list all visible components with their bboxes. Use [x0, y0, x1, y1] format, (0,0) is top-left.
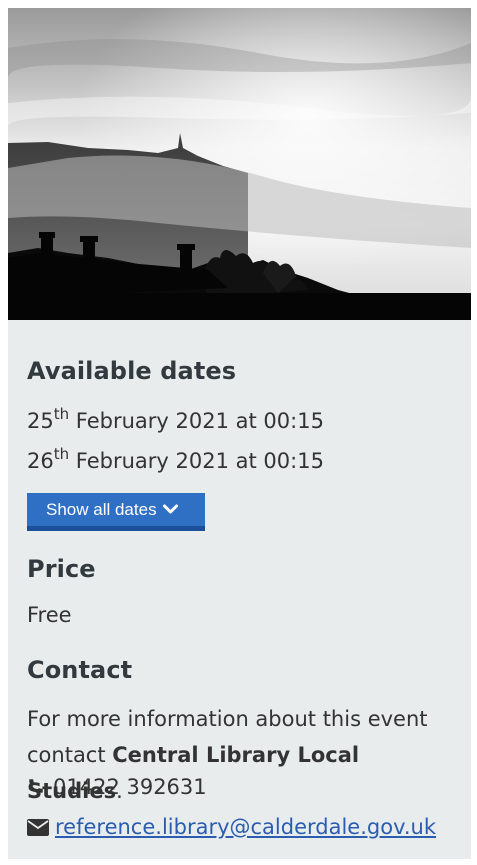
chevron-down-icon — [162, 500, 178, 520]
phone-number: 01422 392631 — [53, 775, 207, 799]
event-hero-image — [8, 8, 471, 320]
phone-icon — [27, 776, 45, 800]
price-heading: Price — [27, 555, 96, 583]
date-rest: February 2021 at 00:15 — [69, 449, 324, 473]
event-details-card: Available dates 25th February 2021 at 00… — [8, 8, 471, 859]
date-day: 25 — [27, 409, 54, 433]
date-rest: February 2021 at 00:15 — [69, 409, 324, 433]
date-item: 26th February 2021 at 00:15 — [27, 447, 324, 474]
envelope-icon — [27, 817, 49, 841]
date-day: 26 — [27, 449, 54, 473]
price-value: Free — [27, 603, 72, 627]
contact-phone: 01422 392631 — [27, 774, 207, 800]
contact-heading: Contact — [27, 656, 133, 684]
show-all-dates-button[interactable]: Show all dates — [27, 493, 205, 531]
date-suffix: th — [53, 405, 70, 423]
available-dates-heading: Available dates — [27, 357, 237, 385]
date-item: 25th February 2021 at 00:15 — [27, 407, 324, 434]
date-suffix: th — [53, 445, 70, 463]
email-link[interactable]: reference.library@calderdale.gov.uk — [55, 815, 436, 839]
contact-email: reference.library@calderdale.gov.uk — [27, 813, 436, 841]
show-all-dates-label: Show all dates — [46, 499, 157, 519]
